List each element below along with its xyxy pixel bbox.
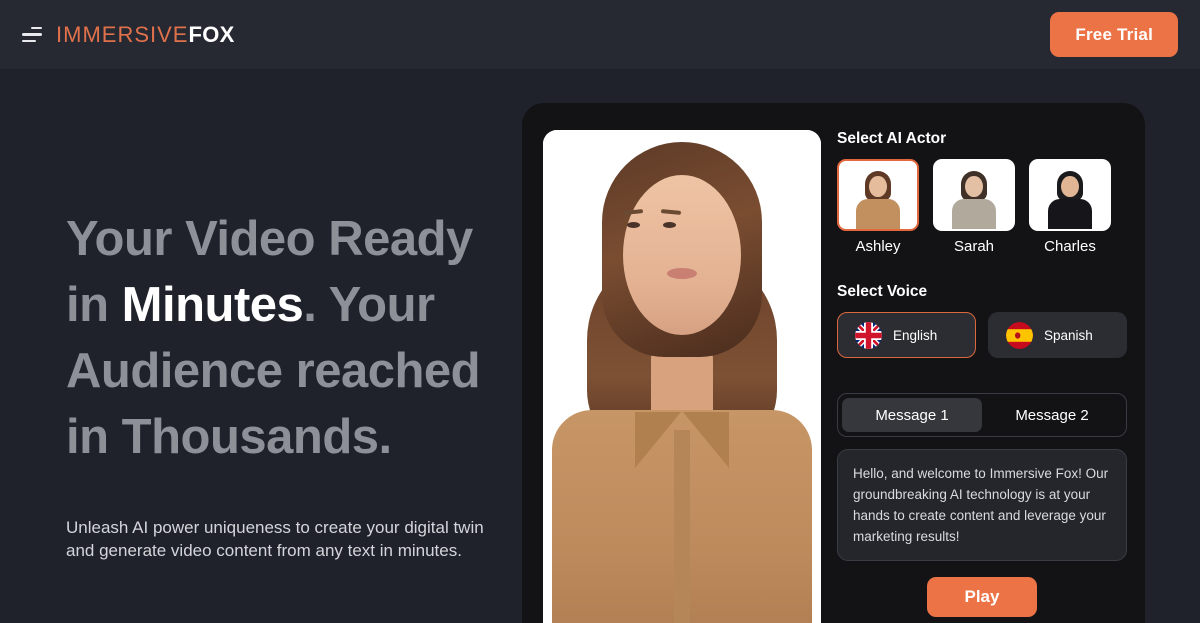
headline-highlight: Minutes (121, 278, 304, 332)
voice-section-title: Select Voice (837, 283, 928, 300)
logo-text-secondary: FOX (188, 21, 235, 47)
script-textarea[interactable]: Hello, and welcome to Immersive Fox! Our… (837, 449, 1127, 561)
play-button[interactable]: Play (927, 577, 1037, 617)
voice-list: English Spanish (837, 312, 1127, 358)
actor-option-charles[interactable]: Charles (1029, 159, 1111, 255)
tab-message-1[interactable]: Message 1 (842, 398, 982, 432)
actor-option-sarah[interactable]: Sarah (933, 159, 1015, 255)
actor-thumbnail[interactable] (837, 159, 919, 231)
spain-flag-icon (1006, 321, 1033, 349)
hamburger-icon[interactable] (22, 26, 42, 43)
voice-label: English (893, 327, 938, 343)
avatar-shirt-placket (674, 430, 690, 623)
app-demo-card: Select AI Actor Ashley Sarah Charles Sel… (522, 103, 1145, 623)
actors-section-title: Select AI Actor (837, 130, 947, 147)
actor-option-ashley[interactable]: Ashley (837, 159, 919, 255)
voice-label: Spanish (1044, 327, 1093, 343)
actor-name-label: Ashley (855, 238, 901, 255)
headline-line-2-post: . Your (303, 278, 435, 332)
landing-page: IMMERSIVEFOX Free Trial Your Video Ready… (0, 0, 1200, 623)
avatar-eye-left (627, 222, 640, 228)
video-preview[interactable] (543, 130, 821, 623)
actor-name-label: Charles (1044, 238, 1096, 255)
headline-line-1: Your Video Ready (66, 212, 473, 266)
page-title: Your Video Ready in Minutes. Your Audien… (66, 206, 496, 470)
tab-message-2[interactable]: Message 2 (982, 398, 1122, 432)
actor-avatar-image (856, 171, 900, 229)
headline-line-3: Audience reached (66, 344, 481, 398)
actor-list: Ashley Sarah Charles (837, 159, 1127, 255)
headline-line-2-pre: in (66, 278, 122, 332)
headline-line-4: in Thousands. (66, 410, 392, 464)
avatar-eye-right (663, 222, 676, 228)
message-tab-bar: Message 1 Message 2 (837, 393, 1127, 437)
controls-panel: Select AI Actor Ashley Sarah Charles Sel… (837, 130, 1127, 617)
voice-option-spanish[interactable]: Spanish (988, 312, 1127, 358)
free-trial-button[interactable]: Free Trial (1050, 12, 1178, 57)
logo-text-primary: IMMERSIVE (56, 21, 189, 47)
ai-actor-video-frame (543, 130, 821, 623)
avatar-face (623, 175, 741, 335)
voice-option-english[interactable]: English (837, 312, 976, 358)
actor-thumbnail[interactable] (1029, 159, 1111, 231)
avatar-mouth (667, 268, 697, 279)
site-header: IMMERSIVEFOX Free Trial (0, 0, 1200, 69)
brand-logo[interactable]: IMMERSIVEFOX (56, 22, 235, 48)
actor-name-label: Sarah (953, 238, 995, 255)
actor-avatar-image (952, 171, 996, 229)
actor-avatar-image (1048, 171, 1092, 229)
uk-flag-icon (855, 321, 882, 349)
hero-subtitle: Unleash AI power uniqueness to create yo… (66, 518, 484, 560)
hero-section: Your Video Ready in Minutes. Your Audien… (66, 206, 496, 562)
actor-thumbnail[interactable] (933, 159, 1015, 231)
